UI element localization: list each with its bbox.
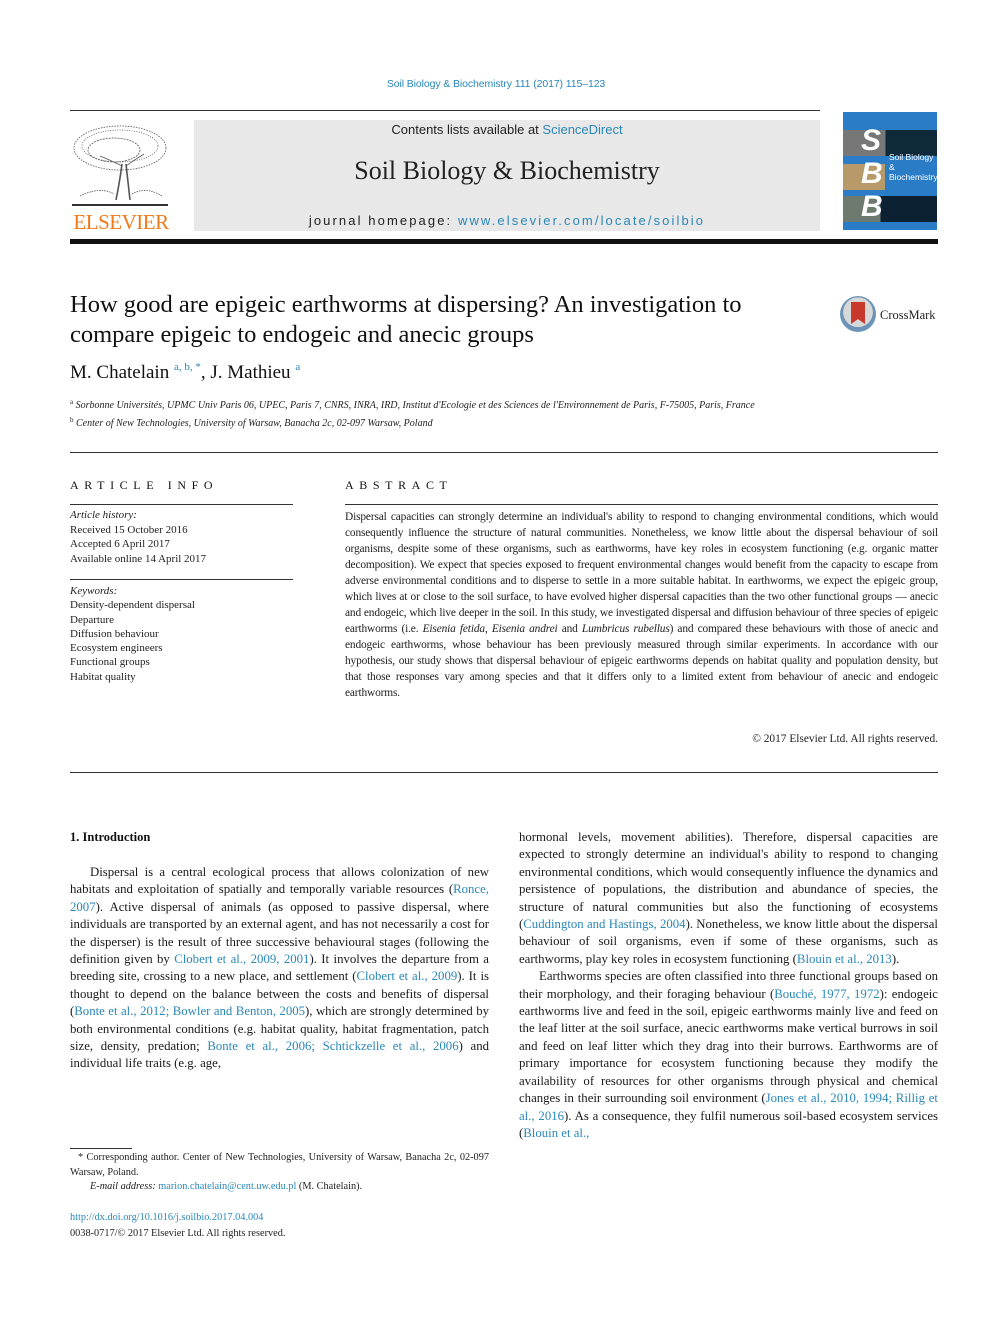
body-text: hormonal levels, movement abilities). Th… <box>519 830 938 932</box>
article-title: How good are epigeic earthworms at dispe… <box>70 291 742 348</box>
email-line: E-mail address: marion.chatelain@cent.uw… <box>70 1180 489 1195</box>
keyword-item: Diffusion behaviour <box>70 627 159 640</box>
body-paragraph: hormonal levels, movement abilities). Th… <box>519 829 938 968</box>
citation-link[interactable]: Bonte et al., 2012; Bowler and Benton, 2… <box>74 1004 305 1018</box>
contents-prefix: Contents lists available at <box>391 122 543 137</box>
journal-homepage-link[interactable]: www.elsevier.com/locate/soilbio <box>458 213 705 228</box>
affiliation-item: b Center of New Technologies, University… <box>70 413 830 431</box>
citation-link[interactable]: Bouché, 1977, 1972 <box>774 987 879 1001</box>
footnote-rule <box>70 1148 132 1149</box>
abstract-part: Dispersal capacities can strongly determ… <box>345 511 938 635</box>
citation-link[interactable]: Blouin et al., <box>523 1126 589 1140</box>
article-info-rule <box>70 504 293 505</box>
keywords-list: Keywords: Density-dependent dispersal De… <box>70 584 295 684</box>
body-paragraph: Earthworms species are often classified … <box>519 968 938 1142</box>
cover-photo-strip <box>843 196 937 222</box>
author-name[interactable]: J. Mathieu <box>210 362 290 383</box>
article-history-label: Article history: <box>70 509 137 521</box>
keyword-item: Density-dependent dispersal <box>70 599 195 612</box>
section-rule <box>70 772 938 773</box>
history-online: Available online 14 April 2017 <box>70 552 207 565</box>
journal-name: Soil Biology & Biochemistry <box>354 156 660 185</box>
keyword-item: Ecosystem engineers <box>70 642 163 655</box>
author-affiliation-marks[interactable]: a <box>295 361 300 373</box>
affiliation-mark: a <box>70 398 74 406</box>
author-name[interactable]: M. Chatelain <box>70 362 169 383</box>
keywords-label: Keywords: <box>70 585 118 597</box>
article-history: Article history: Received 15 October 201… <box>70 508 295 566</box>
section-heading-introduction: 1. Introduction <box>70 830 151 844</box>
body-column-right: hormonal levels, movement abilities). Th… <box>519 829 938 1142</box>
homepage-line: journal homepage: www.elsevier.com/locat… <box>194 213 820 228</box>
author-list: M. Chatelain a, b, *, J. Mathieu a <box>70 361 300 384</box>
doi-link[interactable]: http://dx.doi.org/10.1016/j.soilbio.2017… <box>70 1212 263 1223</box>
citation-link[interactable]: Bonte et al., 2006; Schtickzelle et al.,… <box>207 1039 458 1053</box>
species-name: Lumbricus rubellus <box>581 623 670 635</box>
doi-block: http://dx.doi.org/10.1016/j.soilbio.2017… <box>70 1210 285 1242</box>
species-name: Eisenia fetida <box>422 623 485 635</box>
journal-reference-link[interactable]: Soil Biology & Biochemistry 111 (2017) 1… <box>0 78 992 90</box>
keyword-item: Habitat quality <box>70 670 136 683</box>
email-suffix: (M. Chatelain). <box>296 1181 363 1192</box>
crossmark-button[interactable]: CrossMark <box>840 296 940 336</box>
body-column-left: Dispersal is a central ecological proces… <box>70 864 489 1073</box>
cover-letter: S <box>861 124 882 157</box>
cover-letter: B <box>861 157 883 190</box>
corresponding-author-note: * Corresponding author. Center of New Te… <box>70 1152 489 1178</box>
footnote: * Corresponding author. Center of New Te… <box>70 1151 489 1195</box>
author-separator: , <box>200 362 211 383</box>
section-rule <box>70 452 938 453</box>
history-accepted: Accepted 6 April 2017 <box>70 538 170 550</box>
abstract-sep: , <box>484 623 492 635</box>
keyword-item: Functional groups <box>70 656 150 669</box>
cover-title-line: Biochemistry <box>889 172 937 182</box>
journal-cover-image[interactable]: S B B Soil Biology & Biochemistry <box>843 112 937 230</box>
abstract-rule <box>345 504 938 505</box>
citation-link[interactable]: Blouin et al., 2013 <box>797 952 892 966</box>
abstract-sep: and <box>557 623 582 635</box>
author-affiliation-marks[interactable]: a, b, * <box>174 361 201 373</box>
email-label: E-mail address: <box>90 1181 159 1192</box>
header-rule <box>70 110 820 111</box>
abstract-heading: ABSTRACT <box>345 478 453 492</box>
issn-copyright: 0038-0717/© 2017 Elsevier Ltd. All right… <box>70 1228 286 1239</box>
tree-icon <box>72 125 168 206</box>
contents-line: Contents lists available at ScienceDirec… <box>194 122 820 137</box>
history-received: Received 15 October 2016 <box>70 523 188 536</box>
cover-letter: B <box>861 190 883 223</box>
citation-link[interactable]: Clobert et al., 2009, 2001 <box>174 952 309 966</box>
abstract-copyright: © 2017 Elsevier Ltd. All rights reserved… <box>752 733 938 745</box>
sciencedirect-link[interactable]: ScienceDirect <box>542 122 622 137</box>
article-info-heading: ARTICLE INFO <box>70 478 219 492</box>
citation-link[interactable]: Clobert et al., 2009 <box>357 969 458 983</box>
affiliations: a Sorbonne Universités, UPMC Univ Paris … <box>70 395 830 431</box>
elsevier-wordmark: ELSEVIER <box>73 210 169 234</box>
article-info-rule <box>70 579 293 580</box>
email-link[interactable]: marion.chatelain@cent.uw.edu.pl <box>158 1181 296 1192</box>
body-text: Dispersal is a central ecological proces… <box>70 865 489 897</box>
affiliation-item: a Sorbonne Universités, UPMC Univ Paris … <box>70 395 830 413</box>
keyword-item: Departure <box>70 613 114 626</box>
affiliation-mark: b <box>70 416 74 424</box>
affiliation-text: Center of New Technologies, University o… <box>76 418 433 429</box>
journal-banner: Contents lists available at ScienceDirec… <box>194 120 820 231</box>
homepage-prefix: journal homepage: <box>308 213 458 228</box>
affiliation-text: Sorbonne Universités, UPMC Univ Paris 06… <box>75 400 755 411</box>
cover-title: Soil Biology & Biochemistry <box>889 152 937 182</box>
species-name: Eisenia andrei <box>491 623 558 635</box>
header-thick-rule <box>70 239 938 244</box>
body-text: ): endogeic earthworms live and feed in … <box>519 986 938 1106</box>
body-text: ). <box>891 951 900 966</box>
cover-title-line: Soil Biology & <box>889 152 934 172</box>
body-paragraph: Dispersal is a central ecological proces… <box>70 864 489 1073</box>
abstract-text: Dispersal capacities can strongly determ… <box>345 509 938 701</box>
crossmark-label: CrossMark <box>880 308 936 322</box>
citation-link[interactable]: Cuddington and Hastings, 2004 <box>523 917 685 931</box>
